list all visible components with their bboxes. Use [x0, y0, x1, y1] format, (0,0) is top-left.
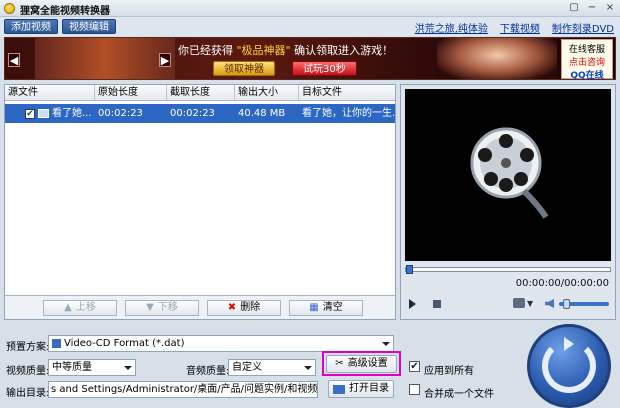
table-actions: ▲ 上移 ▼ 下移 ✖ 删除 ▦ 清空	[5, 295, 395, 319]
audio-quality-label: 音频质量:	[186, 366, 230, 377]
play-icon[interactable]	[409, 299, 416, 309]
cell-orig-length: 00:02:23	[98, 108, 143, 119]
ad-banner[interactable]: ◀ ▶ 你已经获得 "极品神器" 确认领取进入游戏！ 领取神器 试玩30秒 在线…	[4, 37, 616, 80]
cs-consult-label: 点击咨询	[568, 58, 605, 68]
delete-button[interactable]: ✖ 删除	[207, 300, 281, 316]
preview-panel: 00:00:00/00:00:00 ▼	[400, 84, 616, 320]
qq-online-label: QQ在线	[570, 71, 604, 80]
convert-arrow-icon	[564, 337, 574, 351]
app-title: 狸窝全能视频转换器	[20, 6, 110, 17]
banner-text-suffix: 确认领取进入游戏！	[294, 44, 394, 57]
banner-next-icon[interactable]: ▶	[159, 53, 171, 67]
advanced-settings-button[interactable]: ✂ 高级设置	[326, 355, 397, 373]
preset-select[interactable]: Video-CD Format (*.dat)	[48, 335, 394, 352]
cs-label: 在线客服	[568, 45, 605, 55]
banner-text: 你已经获得 "极品神器" 确认领取进入游戏！	[178, 42, 393, 58]
banner-prev-icon[interactable]: ◀	[8, 53, 20, 67]
delete-label: 删除	[240, 302, 261, 313]
volume-icon[interactable]	[545, 299, 554, 308]
minimize-button[interactable]: −	[586, 2, 598, 14]
time-display: 00:00:00/00:00:00	[515, 278, 609, 289]
col-source[interactable]: 源文件	[5, 85, 95, 101]
link-game[interactable]: 洪荒之旅,纯体验	[415, 20, 488, 35]
edit-video-button[interactable]: 视频编辑	[62, 19, 116, 34]
audio-quality-value: 自定义	[232, 362, 262, 373]
customer-service-box[interactable]: 在线客服 点击咨询 QQ在线	[561, 39, 613, 79]
arrow-down-icon: ▼	[146, 302, 154, 313]
delete-icon: ✖	[227, 302, 237, 313]
snapshot-camera-icon[interactable]	[513, 298, 525, 308]
volume-slider-thumb[interactable]	[563, 299, 571, 309]
chevron-down-icon	[382, 342, 390, 346]
output-dir-input[interactable]: s and Settings/Administrator/桌面/产品/问题实例/…	[48, 381, 318, 398]
cell-output-size: 40.48 MB	[238, 108, 286, 119]
banner-trial-button[interactable]: 试玩30秒	[292, 61, 357, 76]
title-bar: 狸窝全能视频转换器 ▢ − ×	[0, 0, 620, 17]
video-quality-label: 视频质量:	[6, 366, 50, 377]
film-reel-icon	[470, 127, 549, 219]
player-controls: ▼	[405, 297, 611, 313]
clear-button[interactable]: ▦ 清空	[289, 300, 363, 316]
video-quality-select[interactable]: 中等质量	[48, 359, 136, 376]
maximize-button[interactable]: ▢	[568, 2, 580, 14]
menu-bar: 添加视频 视频编辑 洪荒之旅,纯体验 下载视频 制作刻录DVD	[0, 17, 620, 36]
chevron-down-icon	[304, 366, 312, 370]
add-video-button[interactable]: 添加视频	[4, 19, 58, 34]
move-down-button[interactable]: ▼ 下移	[125, 300, 199, 316]
banner-text-prefix: 你已经获得	[178, 44, 233, 57]
col-target[interactable]: 目标文件	[299, 85, 395, 101]
cell-source: ✔ 看了她...	[5, 104, 95, 123]
apply-all-checkbox[interactable]: ✔	[409, 361, 420, 372]
top-links: 洪荒之旅,纯体验 下载视频 制作刻录DVD	[415, 20, 614, 35]
merge-label: 合并成一个文件	[424, 389, 494, 400]
banner-character-image	[35, 38, 175, 79]
table-header: 源文件 原始长度 截取长度 输出大小 目标文件	[5, 85, 395, 101]
chevron-down-icon	[124, 366, 132, 370]
volume-slider[interactable]	[559, 299, 609, 309]
arrow-up-icon: ▲	[64, 302, 72, 313]
merge-checkbox[interactable]	[409, 384, 420, 395]
advanced-settings-label: 高级设置	[347, 358, 388, 369]
clear-label: 清空	[322, 302, 343, 313]
banner-girl-image	[437, 38, 557, 79]
link-burn-dvd[interactable]: 制作刻录DVD	[552, 20, 614, 35]
video-preview-screen	[405, 89, 611, 261]
snapshot-dropdown-icon[interactable]: ▼	[527, 299, 533, 308]
window-controls: ▢ − ×	[568, 2, 616, 14]
link-download-video[interactable]: 下载视频	[500, 20, 540, 35]
preset-label: 预置方案:	[6, 342, 50, 353]
file-list-panel: 源文件 原始长度 截取长度 输出大小 目标文件 ✔ 看了她... 00:02:2…	[4, 84, 396, 320]
col-output-size[interactable]: 输出大小	[235, 85, 299, 101]
move-up-label: 上移	[75, 302, 96, 313]
video-quality-value: 中等质量	[52, 362, 92, 373]
cell-cut-length: 00:02:23	[170, 108, 215, 119]
progress-slider[interactable]	[405, 265, 611, 274]
close-button[interactable]: ×	[604, 2, 616, 14]
banner-claim-button[interactable]: 领取神器	[213, 61, 275, 76]
apply-all-label: 应用到所有	[424, 366, 474, 377]
video-file-icon	[38, 109, 49, 118]
stop-icon[interactable]	[433, 300, 441, 308]
open-dir-label: 打开目录	[349, 383, 389, 394]
convert-start-button[interactable]	[527, 324, 611, 408]
row-checkbox[interactable]: ✔	[25, 108, 35, 119]
source-name: 看了她...	[52, 108, 92, 119]
tools-icon: ✂	[335, 358, 344, 369]
move-down-label: 下移	[157, 302, 178, 313]
col-orig-length[interactable]: 原始长度	[95, 85, 167, 101]
app-logo-icon	[4, 3, 15, 14]
folder-icon	[333, 384, 345, 394]
open-dir-button[interactable]: 打开目录	[328, 380, 394, 398]
output-dir-label: 输出目录:	[6, 388, 50, 399]
banner-text-highlight: "极品神器"	[236, 44, 291, 57]
clear-icon: ▦	[309, 302, 319, 313]
col-cut-length[interactable]: 截取长度	[167, 85, 235, 101]
format-icon	[52, 338, 61, 348]
audio-quality-select[interactable]: 自定义	[228, 359, 316, 376]
table-row[interactable]: ✔ 看了她... 00:02:23 00:02:23 40.48 MB 看了她，…	[5, 104, 395, 123]
move-up-button[interactable]: ▲ 上移	[43, 300, 117, 316]
preset-value: Video-CD Format (*.dat)	[64, 338, 185, 349]
cell-target: 看了她，让你的一生...	[302, 108, 395, 119]
progress-slider-thumb[interactable]	[406, 265, 413, 274]
